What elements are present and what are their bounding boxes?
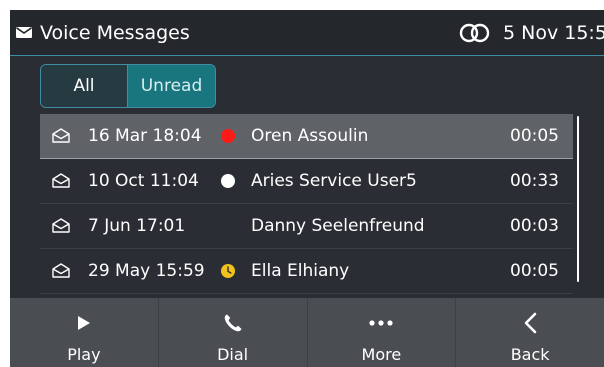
- back-button[interactable]: Back: [456, 298, 604, 367]
- messages-list: 16 Mar 18:04 Oren Assoulin 00:05 10 Oct …: [40, 114, 573, 294]
- rings-icon: [459, 23, 490, 43]
- softkey-bar: Play Dial More Back: [10, 298, 604, 367]
- message-duration: 00:05: [510, 261, 559, 281]
- back-label: Back: [510, 345, 550, 364]
- filter-all-button[interactable]: All: [41, 65, 128, 107]
- dial-label: Dial: [217, 345, 249, 364]
- filter-toggle: All Unread: [40, 64, 216, 108]
- phone-icon: [221, 312, 245, 334]
- caller-name: Ella Elhiany: [251, 261, 350, 281]
- message-date: 10 Oct 11:04: [88, 171, 199, 191]
- play-button[interactable]: Play: [10, 298, 159, 367]
- status-header: Voice Messages 5 Nov 15:56: [10, 10, 604, 56]
- open-envelope-icon: [52, 128, 70, 143]
- message-row[interactable]: 10 Oct 11:04 Aries Service User5 00:33: [40, 159, 573, 204]
- caller-name: Oren Assoulin: [251, 126, 369, 146]
- open-envelope-icon: [52, 173, 70, 188]
- message-date: 29 May 15:59: [88, 261, 205, 281]
- scrollbar[interactable]: [577, 116, 579, 282]
- open-envelope-icon: [52, 263, 70, 278]
- caller-name: Danny Seelenfreund: [251, 216, 425, 236]
- play-icon: [72, 312, 96, 334]
- dial-button[interactable]: Dial: [159, 298, 308, 367]
- message-row[interactable]: 16 Mar 18:04 Oren Assoulin 00:05: [40, 114, 573, 159]
- message-row[interactable]: 7 Jun 17:01 Danny Seelenfreund 00:03: [40, 204, 573, 249]
- play-label: Play: [67, 345, 101, 364]
- open-envelope-icon: [52, 218, 70, 233]
- message-date: 16 Mar 18:04: [88, 126, 202, 146]
- caller-name: Aries Service User5: [251, 171, 417, 191]
- unread-red-dot-icon: [221, 129, 235, 143]
- yellow-clock-icon: [221, 264, 235, 278]
- message-duration: 00:05: [510, 126, 559, 146]
- more-icon: [369, 312, 393, 334]
- date-time: 5 Nov 15:56: [503, 22, 604, 44]
- more-button[interactable]: More: [308, 298, 457, 367]
- white-dot-icon: [221, 174, 235, 188]
- back-chevron-icon: [518, 312, 542, 334]
- message-date: 7 Jun 17:01: [88, 216, 186, 236]
- message-row[interactable]: 29 May 15:59 Ella Elhiany 00:05: [40, 249, 573, 294]
- message-duration: 00:03: [510, 216, 559, 236]
- page-title: Voice Messages: [40, 22, 190, 44]
- message-duration: 00:33: [510, 171, 559, 191]
- envelope-icon: [16, 27, 32, 38]
- more-label: More: [361, 345, 402, 364]
- filter-unread-button[interactable]: Unread: [128, 65, 215, 107]
- phone-screen: Voice Messages 5 Nov 15:56 All Unread 16…: [10, 10, 604, 367]
